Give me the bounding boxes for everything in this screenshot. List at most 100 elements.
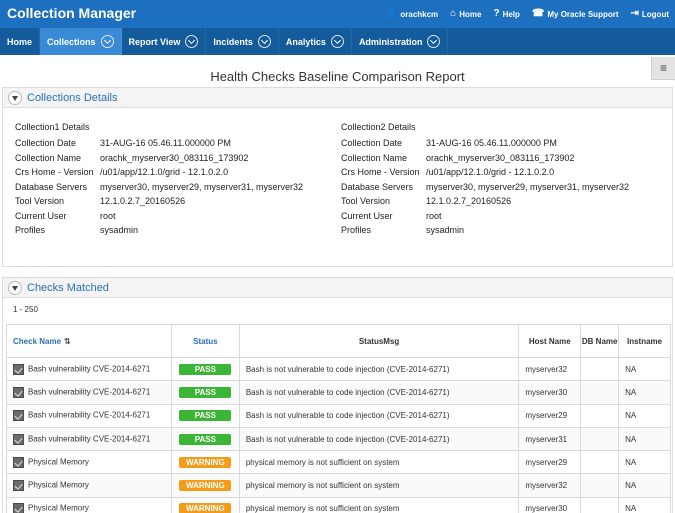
detail-value: orachk_myserver30_083116_173902: [426, 152, 575, 163]
col-header-db-name[interactable]: DB Name: [580, 324, 620, 358]
top-link-label: orachkcm: [400, 9, 439, 19]
cell-instname: NA: [618, 426, 671, 452]
col-header-host-name[interactable]: Host Name: [518, 324, 582, 358]
check-icon: [13, 456, 24, 468]
detail-row: Profiles sysadmin: [341, 223, 629, 238]
nav-tab-home[interactable]: Home: [0, 28, 41, 55]
detail-label: Database Servers: [15, 181, 88, 192]
detail-value: orachk_myserver30_083116_173902: [100, 152, 249, 163]
cell-host-name: myserver31: [518, 426, 582, 452]
chevron-down-icon[interactable]: [427, 35, 441, 48]
detail-value: myserver30, myserver29, myserver31, myse…: [100, 181, 304, 192]
status-badge: PASS: [179, 410, 232, 422]
cell-instname: NA: [618, 496, 671, 513]
cell-statusmsg: physical memory is not sufficient on sys…: [238, 450, 520, 475]
cell-status: PASS: [170, 380, 240, 405]
checks-table: Check Name ⇅ Status StatusMsg Host Name D…: [6, 324, 671, 513]
detail-label: Tool Version: [15, 196, 65, 206]
collection2-details: Collection2 Details Collection Date 31-AU…: [341, 120, 629, 238]
main-nav: Home Collections Report View Incidents Analy…: [0, 28, 675, 55]
cell-statusmsg: Bash is not vulnerable to code injection…: [238, 380, 520, 405]
cell-host-name: myserver30: [518, 380, 582, 405]
detail-label: Collection Name: [341, 152, 408, 163]
cell-check-name: Physical Memory: [6, 450, 172, 475]
detail-row: Tool Version 12.1.0.2.7_20160526: [15, 194, 303, 209]
top-link-label: My Oracle Support: [547, 9, 619, 19]
check-icon: [13, 363, 24, 375]
chevron-down-icon[interactable]: [100, 35, 114, 48]
top-link-logout[interactable]: ⇥ Logout: [631, 9, 670, 19]
detail-row: Collection Date 31-AUG-16 05.46.11.000000…: [15, 136, 303, 151]
cell-db-name: [580, 380, 620, 405]
cell-check-name: Bash vulnerability CVE-2014-6271: [6, 403, 172, 428]
cell-db-name: [580, 473, 620, 498]
detail-row: Collection Name orachk_myserver30_083116_…: [341, 151, 629, 166]
nav-tab-analytics[interactable]: Analytics: [279, 28, 352, 55]
detail-row: Crs Home - Version/u01/app/12.1.0/grid -…: [341, 165, 629, 180]
region-title: Checks Matched: [27, 281, 109, 294]
top-bar: Collection Manager 👤 orachkcm ⌂ Home ? Help ☎ M…: [0, 0, 675, 28]
col-header-statusmsg[interactable]: StatusMsg: [238, 324, 520, 358]
check-icon: [13, 433, 24, 445]
table-row: Physical Memory WARNING physical memory is…: [6, 450, 671, 475]
cell-check-name: Bash vulnerability CVE-2014-6271: [6, 426, 172, 452]
detail-row: Profiles sysadmin: [15, 223, 303, 238]
app-title[interactable]: Collection Manager: [7, 5, 136, 21]
nav-tab-label: Home: [7, 36, 33, 47]
cell-statusmsg: physical memory is not sufficient on sys…: [238, 473, 520, 498]
detail-label: Profiles: [341, 225, 372, 235]
col-header-check-name[interactable]: Check Name ⇅: [6, 324, 172, 358]
collection1-header: Collection1 Details: [15, 122, 90, 132]
menu-icon[interactable]: ≡: [651, 57, 675, 80]
detail-row: Collection Name orachk_myserver30_083116_…: [15, 151, 303, 166]
cell-status: PASS: [170, 356, 240, 382]
detail-value: /u01/app/12.1.0/grid - 12.1.0.2.0: [426, 167, 555, 177]
top-link-my-oracle-support[interactable]: ☎ My Oracle Support: [532, 9, 619, 19]
detail-label: Crs Home - Version: [341, 167, 420, 177]
sort-icon[interactable]: ⇅: [64, 337, 71, 346]
cell-host-name: myserver30: [518, 496, 582, 513]
detail-value: sysadmin: [426, 225, 465, 235]
check-icon: [13, 480, 24, 492]
collapse-icon[interactable]: [8, 280, 22, 295]
detail-label: Collection Name: [15, 152, 82, 163]
top-links: 👤 orachkcm ⌂ Home ? Help ☎ My Oracle Support ⇥ Lo…: [373, 0, 669, 28]
nav-tab-label: Collections: [47, 36, 96, 47]
collapse-icon[interactable]: [8, 90, 22, 105]
table-row: Physical Memory WARNING physical memory is…: [6, 473, 671, 498]
status-badge: PASS: [179, 433, 232, 445]
nav-tab-incidents[interactable]: Incidents: [206, 28, 279, 55]
detail-value: 12.1.0.2.7_20160526: [426, 196, 512, 206]
detail-row: Current User root: [341, 209, 629, 224]
chevron-down-icon[interactable]: [330, 35, 344, 48]
checks-matched-header: Checks Matched: [3, 278, 672, 298]
pagination-range: 1 - 250: [13, 305, 38, 314]
nav-tab-report-view[interactable]: Report View: [122, 28, 207, 55]
table-header-row: Check Name ⇅ Status StatusMsg Host Name D…: [6, 324, 671, 358]
detail-label: Collection Date: [341, 138, 403, 148]
check-name: Physical Memory: [28, 480, 89, 490]
cell-db-name: [580, 356, 620, 382]
detail-label: Collection Date: [15, 138, 77, 148]
chevron-down-icon[interactable]: [185, 35, 199, 48]
check-name: Physical Memory: [28, 457, 89, 467]
page-title: Health Checks Baseline Comparison Report: [210, 69, 465, 84]
cell-db-name: [580, 426, 620, 452]
col-header-instname[interactable]: Instname: [618, 324, 671, 358]
detail-row: Crs Home - Version/u01/app/12.1.0/grid -…: [15, 165, 303, 180]
check-icon: [13, 386, 24, 398]
top-link-help[interactable]: ? Help: [493, 9, 519, 19]
nav-tab-collections[interactable]: Collections: [40, 28, 122, 55]
cell-statusmsg: Bash is not vulnerable to code injection…: [238, 356, 520, 382]
status-badge: PASS: [179, 363, 232, 375]
cell-statusmsg: Bash is not vulnerable to code injection…: [238, 426, 520, 452]
cell-db-name: [580, 496, 620, 513]
help-icon: ?: [493, 8, 500, 19]
nav-tab-label: Incidents: [213, 36, 253, 47]
chevron-down-icon[interactable]: [257, 35, 271, 48]
top-link-home[interactable]: ⌂ Home: [450, 9, 481, 19]
top-link-orachkcm[interactable]: 👤 orachkcm: [385, 9, 438, 19]
nav-tab-administration[interactable]: Administration: [352, 28, 449, 55]
col-header-status[interactable]: Status: [170, 324, 240, 358]
cell-instname: NA: [618, 473, 671, 498]
